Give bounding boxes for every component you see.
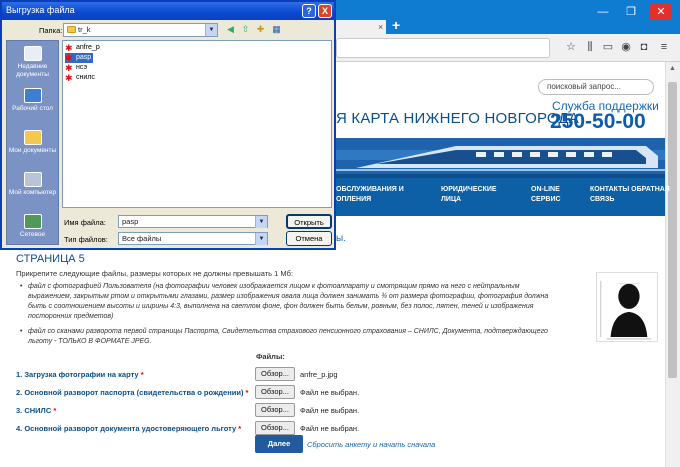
scroll-up-icon[interactable]: ▲	[665, 62, 680, 76]
file-item-selected[interactable]: ✱ pasp	[65, 53, 94, 63]
jpeg-file-icon: ✱	[65, 43, 73, 53]
file-list	[62, 40, 332, 208]
folder-value: tr_k	[78, 25, 91, 34]
filename-field[interactable]: pasp ▼	[118, 215, 268, 228]
site-search-input[interactable]: поисковый запрос...	[538, 79, 654, 95]
place-network[interactable]: Сетевое	[6, 214, 59, 239]
dialog-titlebar[interactable]: Выгрузка файла ? X	[2, 2, 334, 20]
folder-label: Папка:	[39, 26, 63, 35]
required-mark: *	[245, 388, 249, 397]
upload-row-label-benefit: 4. Основной разворот документа удостовер…	[16, 424, 242, 433]
place-recent[interactable]: Недавние документы	[6, 46, 59, 79]
minimize-button[interactable]: —	[592, 4, 614, 20]
next-button[interactable]: Далее	[255, 435, 303, 453]
folder-select[interactable]: tr_k ▼	[63, 23, 218, 37]
file-status-benefit: Файл не выбран.	[300, 424, 360, 433]
dialog-close-button[interactable]: X	[318, 4, 332, 18]
page-title: СТРАНИЦА 5	[16, 253, 85, 265]
train-banner	[336, 138, 665, 178]
cancel-button[interactable]: Отмена	[286, 231, 332, 246]
file-upload-dialog: Выгрузка файла ? X Папка: tr_k ▼ ◀ ⇧ ✚ ▦…	[0, 0, 336, 250]
filename-label: Имя файла:	[64, 218, 106, 227]
browse-passport-button[interactable]: Обзор...	[255, 385, 295, 399]
bookmark-star-icon[interactable]: ☆	[563, 39, 579, 55]
photo-requirements: файл с фотографией Пользователя (на фото…	[20, 282, 588, 322]
chevron-down-icon[interactable]: ▼	[255, 233, 267, 245]
tab-close-icon[interactable]: ×	[378, 22, 383, 32]
required-mark: *	[53, 406, 57, 415]
support-phone: 250-50-00	[550, 110, 646, 133]
network-icon	[23, 214, 42, 229]
filetype-label: Тип файлов:	[64, 235, 108, 244]
nav-item-service[interactable]: ОБСЛУЖИВАНИЯ И ОПЛЕНИЯ	[336, 185, 404, 205]
recent-documents-icon	[23, 46, 42, 61]
file-item[interactable]: ✱ нсэ	[65, 63, 87, 73]
jpeg-file-icon: ✱	[65, 63, 73, 73]
upload-row-label-passport: 2. Основной разворот паспорта (свидетель…	[16, 388, 249, 397]
upload-row-label-snils: 3. СНИЛС *	[16, 406, 57, 415]
computer-icon	[23, 172, 42, 187]
intro-text: Прикрепите следующие файлы, размеры кото…	[16, 269, 294, 278]
back-icon[interactable]: ◀	[224, 23, 237, 36]
new-folder-icon[interactable]: ✚	[254, 23, 267, 36]
files-header: Файлы:	[256, 352, 285, 361]
browse-snils-button[interactable]: Обзор...	[255, 403, 295, 417]
address-bar[interactable]	[336, 38, 550, 58]
reader-icon[interactable]: ▭	[600, 39, 616, 55]
place-desktop[interactable]: Рабочий стол	[6, 88, 59, 113]
place-my-computer[interactable]: Мой компьютер	[6, 172, 59, 197]
menu-icon[interactable]: ≡	[656, 39, 672, 55]
scroll-thumb[interactable]	[668, 82, 677, 378]
file-status-passport: Файл не выбран.	[300, 388, 360, 397]
filetype-select[interactable]: Все файлы ▼	[118, 232, 268, 245]
new-tab-button[interactable]: +	[392, 17, 400, 33]
required-mark: *	[238, 424, 242, 433]
sample-photo-silhouette	[596, 272, 658, 342]
library-icon[interactable]: ⫼	[582, 39, 598, 55]
maximize-button[interactable]: ❐	[620, 4, 642, 20]
chevron-down-icon[interactable]: ▼	[255, 216, 267, 228]
upload-row-label-photo: 1. Загрузка фотографии на карту *	[16, 370, 144, 379]
site-title: Я КАРТА НИЖНЕГО НОВГОРОДА	[336, 110, 579, 127]
dialog-title: Выгрузка файла	[6, 5, 75, 15]
required-mark: *	[140, 370, 144, 379]
jpeg-file-icon: ✱	[65, 73, 73, 83]
up-folder-icon[interactable]: ⇧	[239, 23, 252, 36]
nav-item-legal[interactable]: ЮРИДИЧЕСКИЕ ЛИЦА	[441, 185, 497, 205]
browse-photo-button[interactable]: Обзор...	[255, 367, 295, 381]
file-status-snils: Файл не выбран.	[300, 406, 360, 415]
sync-icon[interactable]: ◉	[618, 39, 634, 55]
file-status-photo: anfre_p.jpg	[300, 370, 338, 379]
file-item[interactable]: ✱ anfre_p	[65, 43, 100, 53]
dialog-help-button[interactable]: ?	[302, 4, 316, 18]
desktop-icon	[23, 88, 42, 103]
jpeg-file-icon: ✱	[65, 53, 73, 63]
my-documents-icon	[23, 130, 42, 145]
browse-benefit-button[interactable]: Обзор...	[255, 421, 295, 435]
open-button[interactable]: Открыть	[286, 214, 332, 229]
scan-requirements: файл со сканами разворота первой страниц…	[20, 327, 588, 347]
window-close-button[interactable]: ✕	[650, 4, 672, 20]
nav-item-online[interactable]: ON-LINE СЕРВИС	[531, 185, 561, 205]
pocket-icon[interactable]: ◘	[636, 39, 652, 55]
file-item[interactable]: ✱ снилс	[65, 73, 95, 83]
nav-item-contacts[interactable]: КОНТАКТЫ ОБРАТНАЯ СВЯЗЬ	[590, 185, 670, 205]
chevron-down-icon[interactable]: ▼	[205, 24, 217, 36]
place-my-documents[interactable]: Мои документы	[6, 130, 59, 155]
view-menu-icon[interactable]: ▦	[270, 23, 283, 36]
folder-icon	[67, 26, 76, 33]
breadcrumb: ы.	[336, 233, 346, 244]
reset-form-link[interactable]: Сбросить анкету и начать сначала	[307, 440, 435, 449]
